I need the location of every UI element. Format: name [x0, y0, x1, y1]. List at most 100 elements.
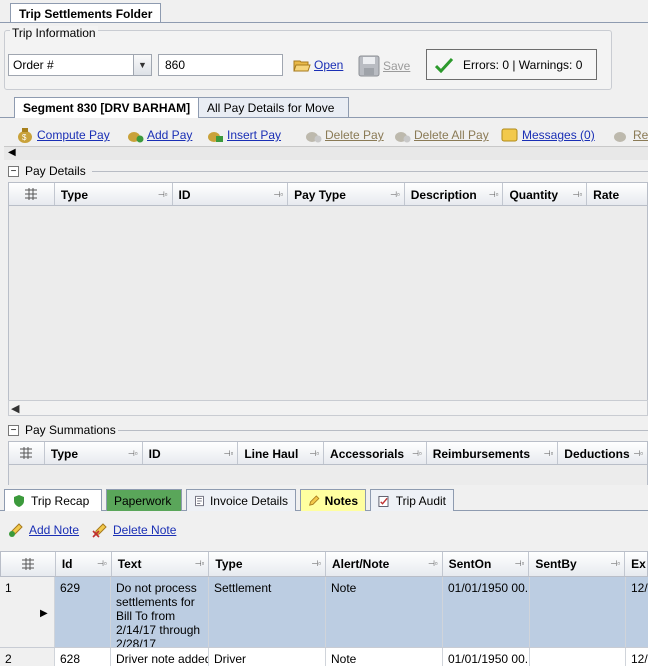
insert-pay-button[interactable]: Insert Pay [206, 127, 281, 143]
add-pay-button[interactable]: Add Pay [126, 127, 192, 143]
column-chooser-icon[interactable] [9, 442, 45, 464]
cell-text: Do not process settlements for Bill To f… [111, 577, 209, 647]
column-header-description[interactable]: Description ⊣▫ [405, 183, 504, 205]
tab-trip-recap[interactable]: Trip Recap [4, 489, 102, 511]
column-header-id[interactable]: ID ⊣▫ [173, 183, 289, 205]
row-number: 2 [0, 648, 55, 666]
order-number-input[interactable]: 860 [158, 54, 283, 76]
collapse-icon[interactable]: − [8, 424, 19, 436]
cell-alert-note: Note [326, 577, 443, 647]
column-header-alert-note[interactable]: Alert/Note ⊣▫ [326, 552, 443, 576]
delete-pay-label: Delete Pay [325, 128, 384, 142]
toolbar-scrollbar[interactable]: ◀ [4, 146, 648, 160]
note-pencil-icon [309, 494, 320, 506]
cell-alert-note: Note [326, 648, 443, 666]
collapse-icon[interactable]: − [8, 165, 19, 177]
column-header-reimbursements[interactable]: Reimbursements ⊣▫ [427, 442, 559, 464]
tab-trip-settlements-folder[interactable]: Trip Settlements Folder [10, 3, 162, 23]
cell-senton: 01/01/1950 00... [443, 648, 530, 666]
money-bag-insert-icon [208, 132, 223, 142]
compute-pay-button[interactable]: $ Compute Pay [16, 127, 110, 143]
money-bag-delete-all-icon [395, 132, 411, 143]
column-header-type[interactable]: Type ⊣▫ [45, 442, 143, 464]
cell-ex: 12/3 [631, 652, 648, 666]
cell-sentby [530, 577, 626, 647]
order-type-select[interactable]: Order # ▼ [8, 54, 152, 76]
tab-trip-audit[interactable]: Trip Audit [370, 489, 454, 511]
column-header-rate[interactable]: Rate [587, 183, 647, 205]
column-header-type[interactable]: Type ⊣▫ [209, 552, 326, 576]
tab-notes-label: Notes [324, 493, 358, 508]
chevron-down-icon[interactable]: ▼ [133, 55, 151, 75]
audit-icon [378, 495, 389, 507]
delete-note-label: Delete Note [113, 523, 177, 537]
floppy-disk-icon [358, 55, 380, 77]
column-header-quantity[interactable]: Quantity ⊣▫ [503, 183, 588, 205]
column-header-accessorials[interactable]: Accessorials ⊣▫ [324, 442, 427, 464]
pay-details-grid-body[interactable] [8, 206, 648, 400]
add-note-label: Add Note [29, 523, 80, 537]
tab-invoice-details[interactable]: Invoice Details [186, 489, 296, 511]
pay-details-header: − Pay Details [8, 162, 86, 180]
table-row[interactable]: 1 ▶ 629 Do not process settlements for B… [0, 577, 648, 648]
column-chooser-icon[interactable] [1, 552, 56, 576]
insert-pay-label: Insert Pay [227, 128, 282, 142]
cell-senton: 01/01/1950 00... [443, 577, 530, 647]
delete-all-pay-button[interactable]: Delete All Pay [393, 127, 489, 143]
column-header-id[interactable]: ID ⊣▫ [143, 442, 239, 464]
scroll-left-icon[interactable]: ◀ [8, 147, 16, 158]
column-header-deductions[interactable]: Deductions ⊣▫ [558, 442, 647, 464]
cell-text: Driver note added [111, 648, 209, 666]
tab-trip-audit-label: Trip Audit [395, 493, 446, 508]
reverse-button[interactable]: Reve [612, 127, 648, 143]
column-header-line-haul[interactable]: Line Haul ⊣▫ [238, 442, 325, 464]
row-selector-icon: ▶ [40, 608, 48, 619]
tab-all-pay-details[interactable]: All Pay Details for Move [198, 97, 349, 117]
tab-segment[interactable]: Segment 830 [DRV BARHAM] [14, 97, 200, 118]
add-pay-label: Add Pay [147, 128, 193, 142]
pay-toolbar: $ Compute Pay Add Pay Insert Pay Delete … [4, 122, 648, 146]
save-button[interactable]: Save [358, 55, 410, 77]
save-label: Save [383, 59, 411, 73]
tab-paperwork-label: Paperwork [114, 493, 172, 508]
column-header-senton[interactable]: SentOn ⊣▫ [443, 552, 530, 576]
cell-ex: 12/3 [631, 581, 648, 595]
delete-pay-button[interactable]: Delete Pay [304, 127, 384, 143]
order-type-value: Order # [13, 58, 54, 72]
table-row[interactable]: 2 628 Driver note added Driver Note 01/0… [0, 648, 648, 666]
validation-status-box: Errors: 0 | Warnings: 0 [426, 49, 597, 80]
column-header-text[interactable]: Text ⊣▫ [112, 552, 210, 576]
column-header-type[interactable]: Type ⊣▫ [55, 183, 173, 205]
tab-notes[interactable]: Notes [300, 489, 366, 511]
column-header-sentby[interactable]: SentBy ⊣▫ [529, 552, 626, 576]
money-bag-icon: $ [18, 128, 32, 143]
reverse-icon [614, 132, 626, 142]
delete-note-button[interactable]: Delete Note [92, 522, 176, 538]
pay-summations-title: Pay Summations [25, 423, 116, 437]
column-header-pay-type[interactable]: Pay Type ⊣▫ [288, 183, 405, 205]
invoice-icon [195, 495, 204, 506]
scroll-left-icon[interactable]: ◀ [11, 402, 19, 415]
column-header-ex[interactable]: Ex [625, 552, 647, 576]
open-label: Open [314, 58, 344, 72]
messages-button[interactable]: Messages (0) [501, 127, 595, 143]
pin-icon: ⊣▫ [572, 190, 583, 199]
pay-summations-grid-body[interactable] [8, 465, 648, 485]
pay-details-hscrollbar[interactable]: ◀ [8, 400, 648, 416]
compute-pay-label: Compute Pay [37, 128, 110, 142]
add-note-icon [9, 523, 23, 537]
cell-id: 629 [55, 577, 111, 647]
column-chooser-icon[interactable] [9, 183, 55, 205]
open-button[interactable]: Open [293, 57, 343, 73]
tab-paperwork[interactable]: Paperwork [106, 489, 182, 511]
delete-all-pay-label: Delete All Pay [414, 128, 489, 142]
delete-note-icon [92, 523, 107, 538]
trip-information-label: Trip Information [10, 26, 98, 40]
notes-grid-header: Id ⊣▫ Text ⊣▫ Type ⊣▫ Alert/Note ⊣▫ SentOn ⊣▫… [0, 551, 648, 577]
svg-text:$: $ [22, 133, 27, 142]
column-header-id[interactable]: Id ⊣▫ [56, 552, 112, 576]
shield-icon [14, 494, 24, 507]
pin-icon: ⊣▫ [157, 190, 168, 199]
row-number: 1 ▶ [0, 577, 55, 647]
add-note-button[interactable]: Add Note [8, 522, 79, 538]
